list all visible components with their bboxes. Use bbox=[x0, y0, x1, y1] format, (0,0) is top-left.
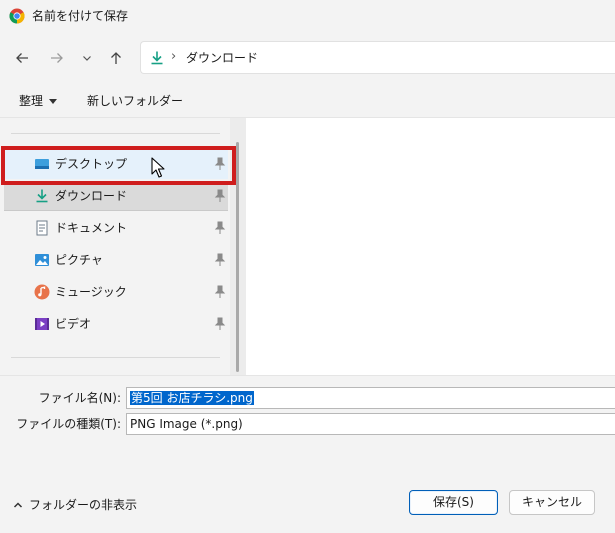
sidebar-item-label: ビデオ bbox=[55, 317, 92, 331]
arrow-right-icon bbox=[51, 53, 63, 63]
up-button[interactable] bbox=[104, 46, 128, 70]
sidebar-item-label: ドキュメント bbox=[55, 221, 128, 235]
sidebar-item-music[interactable]: ミュージック bbox=[4, 277, 228, 307]
sidebar-item-documents[interactable]: ドキュメント bbox=[4, 213, 228, 243]
organize-menu-button[interactable]: 整理 bbox=[19, 93, 58, 109]
download-icon bbox=[36, 189, 48, 203]
chrome-icon bbox=[9, 8, 25, 24]
pin-icon bbox=[214, 317, 226, 330]
scrollbar-thumb[interactable] bbox=[236, 142, 239, 372]
filetype-label: ファイルの種類(T): bbox=[16, 417, 121, 431]
sidebar-item-label: ダウンロード bbox=[55, 189, 128, 203]
new-folder-button[interactable]: 新しいフォルダー bbox=[87, 93, 183, 109]
chevron-up-icon bbox=[13, 502, 23, 508]
save-fields-panel: ファイル名(N): 第5回 お店チラシ.png ファイルの種類(T): PNG … bbox=[0, 375, 615, 475]
document-icon bbox=[36, 220, 48, 236]
download-icon bbox=[151, 51, 163, 65]
arrow-up-icon bbox=[111, 52, 121, 64]
pin-icon bbox=[214, 221, 226, 234]
breadcrumb-downloads[interactable]: ダウンロード bbox=[186, 50, 258, 66]
filetype-value: PNG Image (*.png) bbox=[130, 417, 243, 431]
caret-down-icon bbox=[49, 99, 58, 104]
arrow-left-icon bbox=[16, 53, 28, 63]
pin-icon bbox=[214, 189, 226, 202]
mouse-cursor-icon bbox=[151, 157, 165, 178]
sidebar-item-videos[interactable]: ビデオ bbox=[4, 309, 228, 339]
file-list-area[interactable] bbox=[246, 118, 615, 375]
sidebar-item-label: ミュージック bbox=[55, 285, 127, 299]
dialog-footer: フォルダーの非表示 保存(S) キャンセル bbox=[0, 475, 615, 533]
music-icon bbox=[34, 284, 50, 300]
sidebar-item-pictures[interactable]: ピクチャ bbox=[4, 245, 228, 275]
pin-icon bbox=[214, 253, 226, 266]
sidebar-item-label: ピクチャ bbox=[55, 253, 103, 267]
pictures-icon bbox=[35, 254, 49, 266]
recent-locations-button[interactable] bbox=[75, 46, 99, 70]
filename-label: ファイル名(N): bbox=[38, 391, 121, 405]
back-button[interactable] bbox=[10, 46, 34, 70]
video-icon bbox=[35, 318, 49, 330]
command-bar: 整理 新しいフォルダー bbox=[0, 84, 615, 118]
divider bbox=[11, 357, 220, 358]
pin-icon bbox=[214, 285, 226, 298]
sidebar-item-downloads[interactable]: ダウンロード bbox=[4, 181, 228, 211]
filetype-select[interactable]: PNG Image (*.png) bbox=[126, 413, 615, 435]
title-bar: 名前を付けて保存 bbox=[0, 0, 615, 32]
filename-value: 第5回 お店チラシ.png bbox=[130, 391, 254, 405]
window-title: 名前を付けて保存 bbox=[32, 9, 129, 23]
address-bar[interactable]: › ダウンロード bbox=[140, 41, 615, 74]
organize-label: 整理 bbox=[19, 94, 44, 108]
save-button[interactable]: 保存(S) bbox=[409, 490, 498, 515]
chevron-down-icon bbox=[83, 56, 91, 61]
divider bbox=[11, 133, 220, 134]
highlight-box bbox=[1, 146, 236, 185]
hide-folders-toggle[interactable]: フォルダーの非表示 bbox=[13, 497, 137, 513]
forward-button[interactable] bbox=[45, 46, 69, 70]
hide-folders-label: フォルダーの非表示 bbox=[29, 498, 138, 512]
breadcrumb-separator: › bbox=[171, 49, 177, 64]
cancel-button[interactable]: キャンセル bbox=[509, 490, 595, 515]
filename-input[interactable]: 第5回 お店チラシ.png bbox=[126, 387, 615, 409]
